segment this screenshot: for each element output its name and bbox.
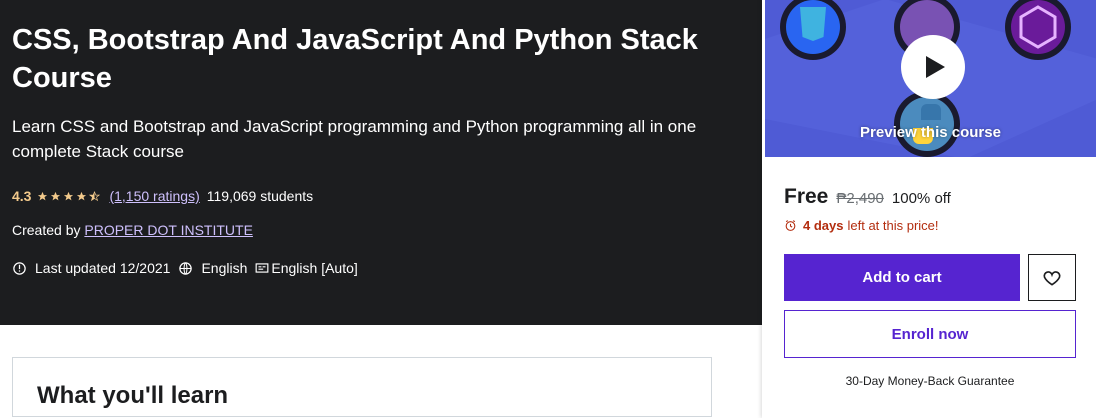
original-price: ₱2,490: [836, 190, 884, 207]
course-meta: Last updated 12/2021 English English [Au…: [12, 258, 366, 278]
students-count: 119,069 students: [206, 188, 314, 204]
discount-percent: 100% off: [891, 190, 951, 207]
play-icon: [926, 56, 945, 78]
price-timer: 4 days left at this price!: [784, 218, 939, 233]
add-to-cart-button[interactable]: Add to cart: [784, 254, 1020, 301]
timer-days: 4 days: [803, 218, 844, 233]
course-title: CSS, Bootstrap And JavaScript And Python…: [12, 24, 698, 94]
timer-text: left at this price!: [847, 218, 939, 233]
wishlist-button[interactable]: [1028, 254, 1076, 301]
star-icon: [38, 191, 48, 200]
language: English: [178, 260, 247, 276]
alarm-clock-icon: [785, 220, 796, 231]
star-icon: [51, 191, 61, 200]
star-icon: [64, 191, 74, 200]
price-row: Free ₱2,490 100% off: [784, 185, 951, 209]
half-star-icon: [89, 190, 101, 201]
course-subtitle: Learn CSS and Bootstrap and JavaScript p…: [12, 117, 697, 161]
captions: English [Auto]: [255, 260, 358, 276]
money-back-guarantee: 30-Day Money-Back Guarantee: [845, 374, 1015, 388]
globe-icon: [179, 261, 193, 275]
closed-captions-icon: [255, 263, 269, 273]
what-you-will-learn-title: What you'll learn: [37, 382, 229, 409]
what-you-will-learn-box: What you'll learn: [12, 357, 712, 417]
rating-value: 4.3: [12, 188, 32, 204]
purchase-sidebar: Preview this course Free ₱2,490 100% off…: [762, 0, 1097, 418]
rating-row: 4.3 (1,150 ratings) 119,069 students: [12, 186, 313, 206]
created-by: Created by PROPER DOT INSTITUTE: [12, 222, 253, 238]
preview-label: Preview this course: [860, 124, 1001, 141]
heart-icon: [1043, 270, 1061, 286]
star-icon: [77, 191, 87, 200]
instructor-link[interactable]: PROPER DOT INSTITUTE: [84, 222, 253, 238]
current-price: Free: [784, 185, 829, 208]
alert-icon: [13, 261, 26, 275]
captions-text: English [Auto]: [271, 260, 358, 276]
created-by-label: Created by: [12, 222, 81, 238]
course-preview[interactable]: Preview this course: [764, 0, 1097, 158]
enroll-now-button[interactable]: Enroll now: [784, 310, 1076, 358]
course-header: CSS, Bootstrap And JavaScript And Python…: [0, 0, 762, 325]
play-button[interactable]: [901, 35, 965, 99]
language-text: English: [201, 260, 248, 276]
star-rating: [37, 190, 102, 202]
last-updated-text: Last updated 12/2021: [35, 260, 171, 276]
last-updated: Last updated 12/2021: [12, 260, 170, 276]
ratings-count-link[interactable]: (1,150 ratings): [109, 188, 199, 204]
